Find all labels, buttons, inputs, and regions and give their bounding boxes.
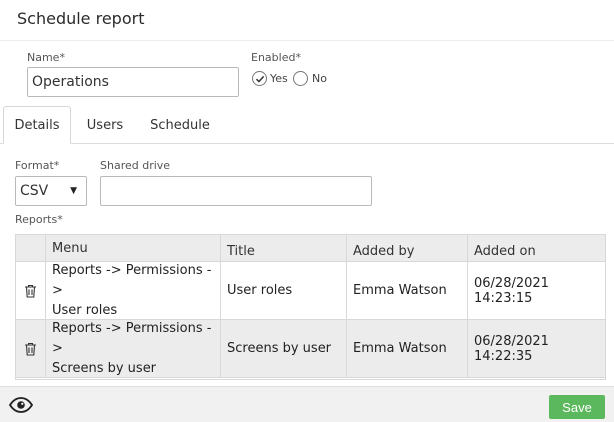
menu-path: Reports -> Permissions -> [52, 262, 212, 298]
added-on-cell: 06/28/2021 14:22:35 [474, 333, 549, 364]
enabled-label: Enabled* [251, 51, 301, 64]
enabled-yes-radio[interactable] [252, 71, 267, 86]
reports-label: Reports* [15, 213, 63, 226]
table-row[interactable]: Reports -> Permissions -> User roles Use… [16, 262, 605, 320]
eye-icon[interactable] [9, 397, 33, 413]
table-row[interactable]: Reports -> Permissions -> Screens by use… [16, 320, 605, 378]
chevron-down-icon: ▼ [70, 186, 77, 196]
tab-users[interactable]: Users [78, 106, 132, 144]
check-icon [255, 75, 264, 83]
menu-item: User roles [52, 302, 118, 318]
shared-drive-input[interactable] [100, 176, 372, 206]
name-input[interactable]: Operations [27, 67, 239, 97]
enabled-no-label: No [312, 72, 327, 85]
page-title: Schedule report [17, 9, 145, 28]
reports-table: Menu Title Added by Added on Reports -> … [15, 234, 606, 380]
title-cell: Screens by user [221, 320, 347, 377]
tab-schedule[interactable]: Schedule [142, 106, 218, 144]
menu-item: Screens by user [52, 360, 157, 376]
format-select[interactable]: CSV ▼ [15, 176, 87, 206]
column-header-title[interactable]: Title [221, 235, 347, 261]
column-header-added-by[interactable]: Added by [347, 235, 468, 261]
name-label: Name* [27, 51, 65, 64]
menu-cell: Reports -> Permissions -> User roles [46, 262, 221, 319]
trash-icon [25, 284, 36, 298]
delete-button[interactable] [16, 320, 46, 377]
shared-drive-label: Shared drive [100, 159, 171, 172]
column-header-menu[interactable]: Menu [46, 235, 221, 261]
enabled-no-radio[interactable] [293, 71, 308, 86]
trash-icon [25, 342, 36, 356]
added-on-cell: 06/28/2021 14:23:15 [474, 275, 549, 306]
menu-path: Reports -> Permissions -> [52, 320, 212, 356]
tab-details[interactable]: Details [3, 106, 71, 144]
footer-bar: Save [0, 386, 614, 422]
format-label: Format* [15, 159, 60, 172]
enabled-yes-label: Yes [270, 72, 288, 85]
table-header-spacer [16, 235, 46, 261]
added-by-cell: Emma Watson [347, 262, 468, 319]
delete-button[interactable] [16, 262, 46, 319]
save-button[interactable]: Save [549, 395, 605, 419]
format-value: CSV [20, 183, 49, 199]
title-cell: User roles [221, 262, 347, 319]
column-header-added-on[interactable]: Added on [468, 235, 605, 261]
added-by-cell: Emma Watson [347, 320, 468, 377]
table-header-row: Menu Title Added by Added on [16, 235, 605, 262]
page-header: Schedule report [0, 0, 614, 41]
menu-cell: Reports -> Permissions -> Screens by use… [46, 320, 221, 377]
